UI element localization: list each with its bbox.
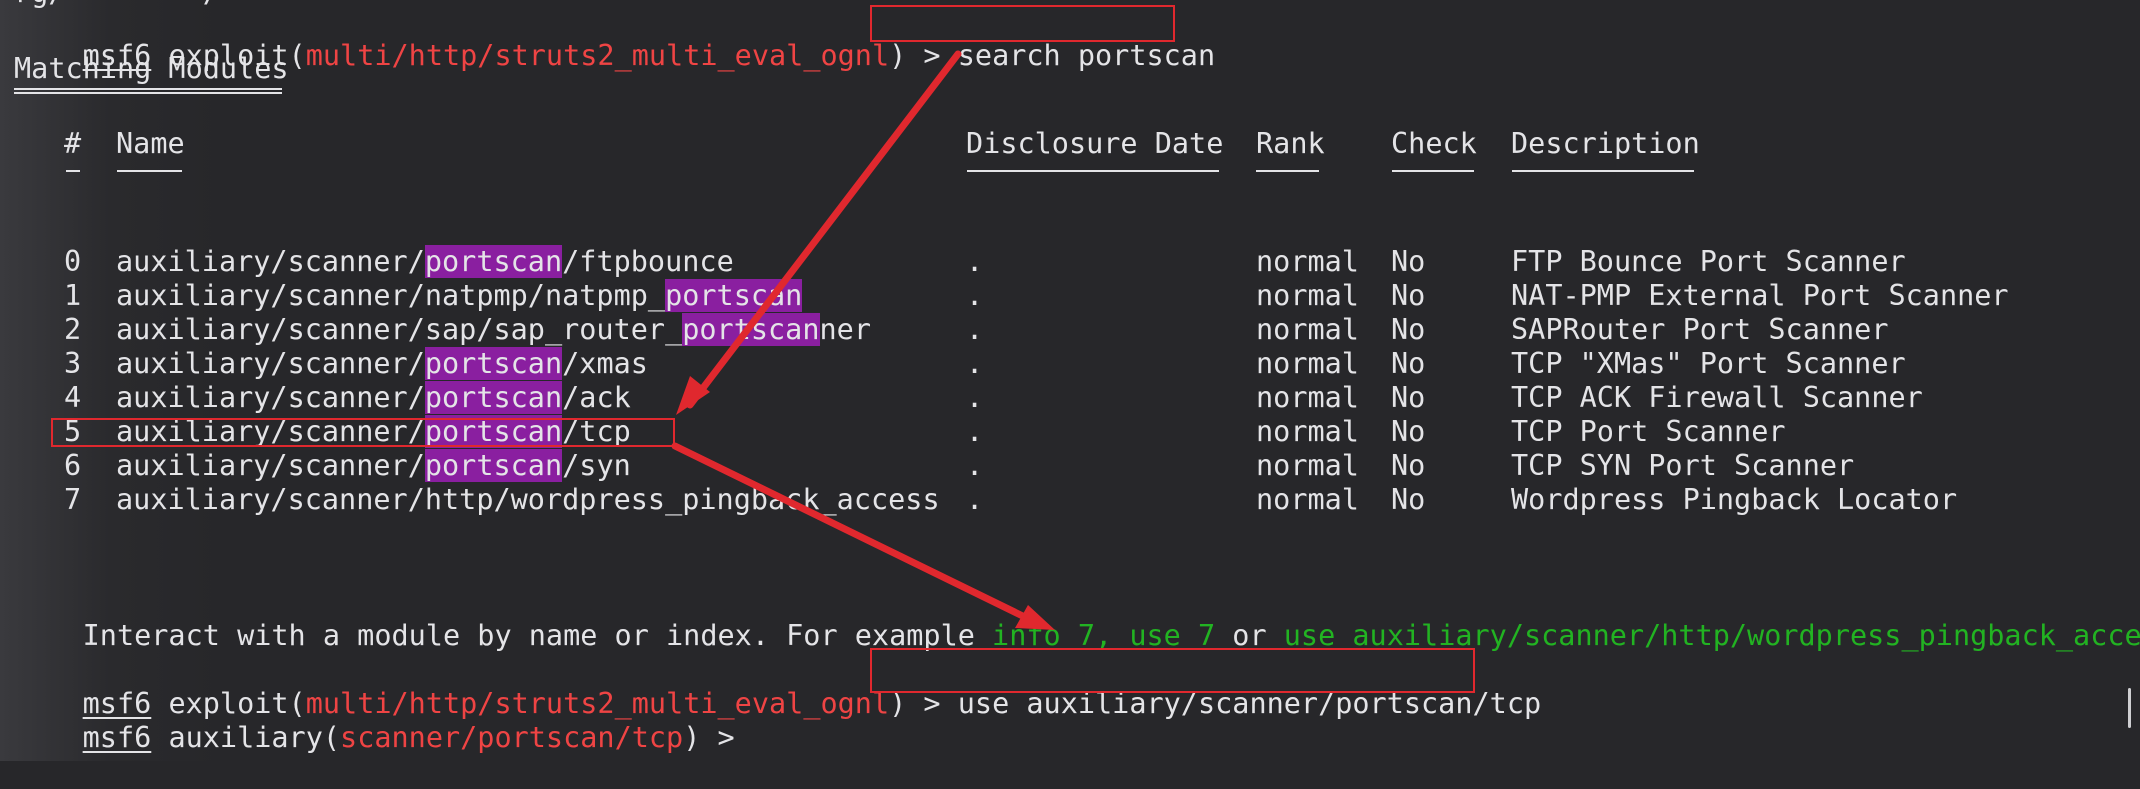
- arrowhead-2: [1015, 605, 1055, 630]
- arrow-search-to-row: [686, 50, 962, 409]
- terminal-window[interactable]: rg/ / msf6 exploit(multi/http/struts2_mu…: [0, 0, 2140, 761]
- annotation-arrows: [671, 50, 1055, 630]
- scrollbar[interactable]: [2128, 688, 2131, 728]
- arrow-row-to-use: [671, 442, 1039, 626]
